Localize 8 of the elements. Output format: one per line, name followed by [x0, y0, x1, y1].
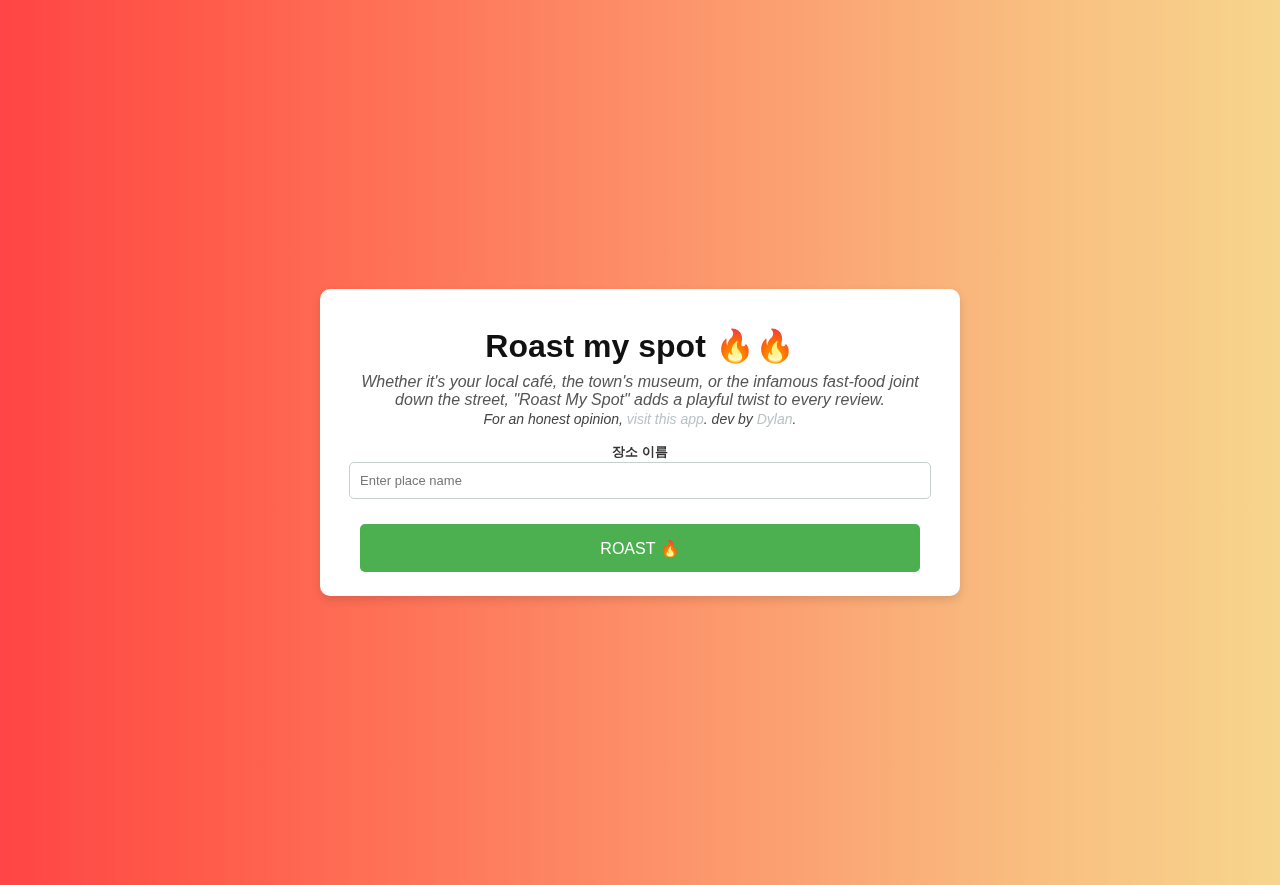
link[interactable]: Dylan [756, 411, 793, 427]
place-name-field[interactable]: Enter place name [349, 462, 931, 499]
link[interactable]: visit this app [626, 411, 704, 427]
page-title: Roast my spot 🔥🔥 [485, 327, 795, 365]
field-label: 장소 이름 [612, 444, 668, 460]
roast-button[interactable]: ROAST 🔥 [360, 524, 920, 572]
description: Whether it's your local café, the town's museum, or the infamous fast-food joint down the street, "Roast My Spot" adds a playful twist to every review. [360, 373, 920, 409]
credit-text: For an honest opinion, visit this app. dev by Dylan. [483, 411, 797, 428]
